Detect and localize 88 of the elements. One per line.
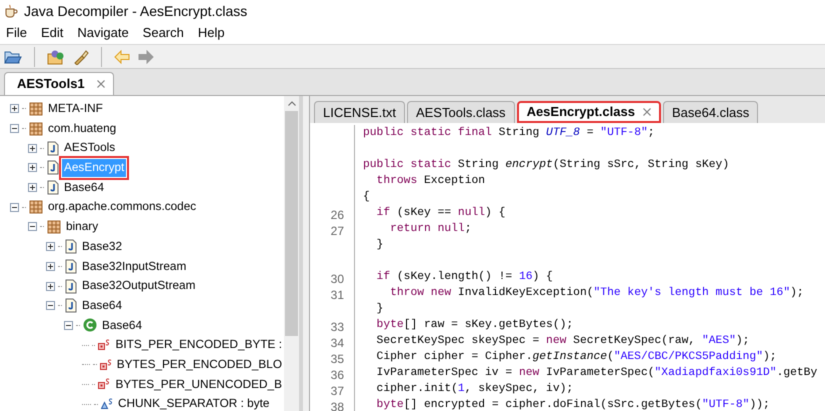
editor-tab[interactable]: AESTools.class — [406, 101, 515, 123]
tree-item[interactable]: BYTES_PER_UNENCODED_B — [113, 376, 284, 394]
private-field-icon — [98, 339, 110, 352]
collapse-icon[interactable] — [10, 202, 19, 212]
line-number: 30 — [330, 272, 344, 286]
code-line: cipher.init(1, skeySpec, iv); — [376, 382, 574, 397]
code-line: public static final String UTF_8 = "UTF-8"; — [362, 126, 655, 141]
private-field-icon — [100, 358, 112, 371]
menu-item[interactable]: File — [6, 23, 27, 43]
line-number: 31 — [330, 288, 344, 302]
folder-globe-icon[interactable] — [47, 48, 65, 64]
open-folder-icon[interactable] — [4, 48, 22, 64]
tree-item[interactable]: Base32OutputStream — [80, 277, 198, 295]
code-line: Cipher cipher = Cipher.getInstance("AES/CBC/PKCS5Padding"); — [376, 350, 777, 365]
code-line: if (sKey == null) { — [376, 206, 506, 221]
code-line: byte[] raw = sKey.getBytes(); — [376, 318, 574, 333]
window-title: Java Decompiler - AesEncrypt.class — [24, 2, 248, 21]
line-number: 26 — [330, 208, 344, 222]
tree-item[interactable]: Base64 — [100, 316, 144, 334]
class-icon — [83, 318, 97, 332]
tree-item[interactable]: com.huateng — [46, 120, 118, 138]
menu-item[interactable]: Edit — [40, 23, 64, 43]
code-line: } — [376, 238, 384, 253]
code-line: throws Exception — [376, 174, 486, 189]
coffee-cup-icon — [4, 4, 18, 18]
tree-item[interactable]: Base64 — [80, 296, 124, 315]
expand-icon[interactable] — [46, 242, 55, 252]
tree-item[interactable]: Base32InputStream — [80, 258, 188, 276]
public-field-icon — [101, 398, 113, 410]
code-line: IvParameterSpec iv = new IvParameterSpec("Xadiapdfaxi0s91D".getBy — [376, 366, 818, 381]
tree-item[interactable]: CHUNK_SEPARATOR : byte — [116, 395, 272, 411]
collapse-icon[interactable] — [10, 124, 19, 134]
java-file-icon — [65, 278, 77, 294]
close-icon[interactable] — [96, 80, 105, 88]
editor-tab[interactable]: Base64.class — [662, 101, 758, 123]
line-number: 27 — [330, 224, 344, 238]
expand-icon[interactable] — [28, 183, 37, 192]
collapse-icon[interactable] — [28, 222, 37, 232]
java-file-icon — [47, 180, 59, 196]
menu-item[interactable]: Search — [142, 23, 184, 43]
collapse-icon[interactable] — [64, 320, 73, 330]
close-icon[interactable] — [642, 108, 651, 116]
code-line: SecretKeySpec skeySpec = new SecretKeySpec(raw, "AES"); — [376, 334, 750, 349]
code-line: public static String encrypt(String sSrc, String sKey) — [362, 158, 730, 173]
line-number: 33 — [330, 320, 344, 334]
scrollbar[interactable] — [284, 96, 299, 411]
scrollbar-thumb[interactable] — [285, 111, 298, 336]
expand-icon[interactable] — [46, 282, 55, 291]
package-icon — [29, 102, 43, 116]
tree-item[interactable]: BYTES_PER_ENCODED_BLO — [114, 356, 284, 374]
package-icon — [29, 200, 43, 214]
tree-item[interactable]: Base32 — [80, 238, 124, 256]
package-icon — [29, 122, 43, 136]
tree-item[interactable]: META-INF — [46, 100, 105, 118]
tree-item[interactable]: org.apache.commons.codec — [46, 198, 198, 216]
java-file-icon — [65, 239, 77, 254]
file-tab[interactable]: AESTools1 — [4, 72, 114, 95]
line-number: 36 — [330, 368, 344, 382]
code-line: } — [376, 302, 384, 317]
java-file-icon — [47, 160, 59, 176]
scroll-up-icon[interactable] — [288, 101, 296, 106]
menu-item[interactable]: Help — [198, 23, 225, 43]
menu-item[interactable]: Navigate — [77, 23, 129, 43]
code-line: { — [362, 190, 370, 205]
expand-icon[interactable] — [46, 262, 55, 271]
line-number: 38 — [330, 400, 344, 411]
tree-item[interactable]: AESTools — [62, 139, 118, 158]
java-file-icon — [47, 140, 59, 156]
line-number: 34 — [330, 336, 344, 350]
java-file-icon — [65, 298, 77, 314]
private-field-icon — [98, 378, 110, 390]
package-icon — [47, 220, 61, 234]
collapse-icon[interactable] — [46, 301, 55, 310]
code-line: if (sKey.length() != 16) { — [376, 270, 553, 285]
code-line: return null; — [389, 222, 472, 237]
tree-item[interactable]: binary — [64, 218, 100, 236]
expand-icon[interactable] — [10, 104, 19, 114]
editor-tab[interactable]: LICENSE.txt — [314, 101, 405, 123]
code-line: byte[] encrypted = cipher.doFinal(sSrc.getBytes("UTF-8")); — [376, 398, 770, 411]
tree-item[interactable]: Base64 — [62, 178, 106, 196]
tree-item[interactable]: BITS_PER_ENCODED_BYTE : — [113, 336, 284, 354]
line-number: 37 — [330, 384, 344, 398]
expand-icon[interactable] — [28, 144, 37, 153]
editor-tab[interactable]: AesEncrypt.class — [516, 101, 661, 123]
line-number: 35 — [330, 352, 344, 366]
code-line: throw new InvalidKeyException("The key's length must be 16"); — [389, 286, 804, 301]
expand-icon[interactable] — [28, 163, 37, 172]
java-file-icon — [65, 258, 77, 274]
